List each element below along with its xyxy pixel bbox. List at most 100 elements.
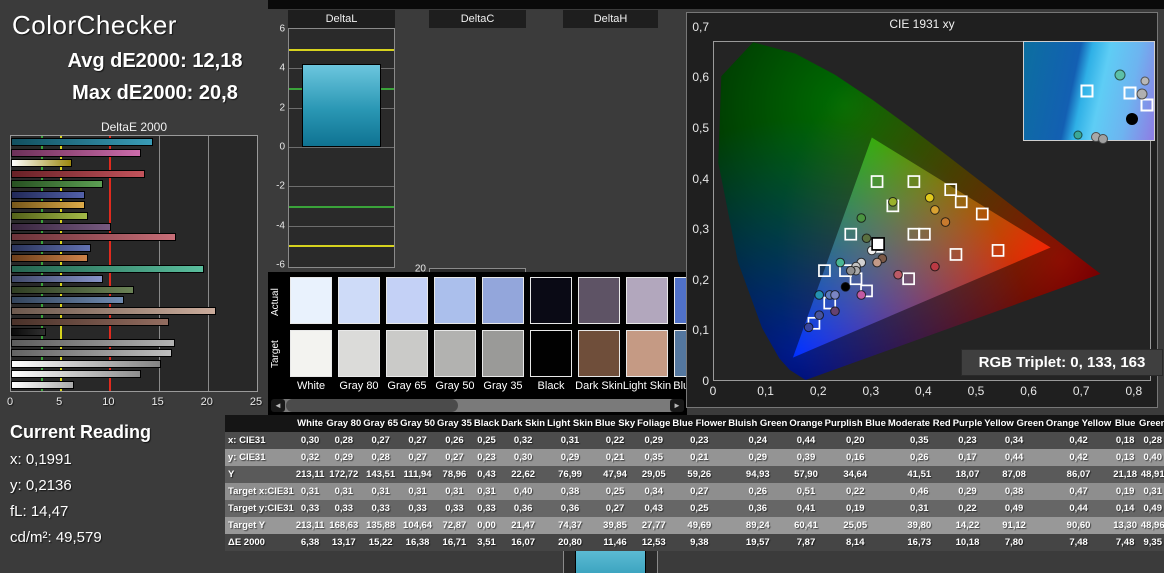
- measurement-marker-yellow: [924, 192, 935, 203]
- target-swatch-gray-65[interactable]: [386, 330, 428, 377]
- deltah-chart-title: DeltaH: [563, 10, 658, 28]
- table-cell: 0,26: [748, 486, 768, 497]
- table-cell: 16,38: [405, 537, 430, 548]
- current-reading-y: y: 0,2136: [10, 477, 72, 494]
- table-cell: 34,64: [843, 469, 868, 480]
- column-header: Yellow Green: [983, 415, 1045, 432]
- table-cell: 0,29: [748, 452, 768, 463]
- actual-swatch-gray-80[interactable]: [338, 277, 380, 324]
- actual-swatch-dark-skin[interactable]: [578, 277, 620, 324]
- swatch-panel: Actual Target White Gray 80 Gray 65 Gray 50…: [268, 272, 687, 415]
- table-cell: 91,12: [1002, 520, 1026, 531]
- scroll-thumb[interactable]: [286, 399, 458, 412]
- table-cell: 0,32: [513, 435, 533, 446]
- inset-dot-marker: [1098, 134, 1109, 145]
- deltal-chart-title: DeltaL: [288, 10, 395, 28]
- table-cell: 0,29: [644, 435, 664, 446]
- target-swatch-dark-skin[interactable]: [578, 330, 620, 377]
- table-cell: 60,41: [794, 520, 818, 531]
- deltae-bar-green: [11, 180, 103, 189]
- table-cell: 0,47: [1069, 486, 1088, 497]
- table-cell: 90,60: [1066, 520, 1091, 531]
- table-cell: 0,40: [1143, 452, 1162, 463]
- target-swatch-gray-50[interactable]: [434, 330, 476, 377]
- table-cell: 0,33: [300, 503, 320, 514]
- cie-x-tick-label: 0,3: [862, 384, 880, 398]
- column-header: Foliage: [636, 415, 672, 432]
- table-cell: 0,49: [1143, 503, 1162, 514]
- column-header: Dark Skin: [500, 415, 547, 432]
- table-cell: 0,27: [408, 435, 427, 446]
- actual-swatch-black[interactable]: [530, 277, 572, 324]
- x-tick-label: 0: [6, 396, 14, 408]
- column-header: Moderate Red: [886, 415, 952, 432]
- deltae-bar-blue-flower: [11, 275, 104, 284]
- table-cell: 0,42: [1069, 435, 1088, 446]
- table-cell: 6,38: [300, 537, 320, 548]
- target-swatch-gray-35[interactable]: [482, 330, 524, 377]
- gridline: [289, 186, 394, 188]
- measurement-marker-black: [840, 282, 851, 292]
- colorchecker-screen: ColorChecker Avg dE2000: 12,18 Max dE200…: [0, 0, 1164, 573]
- x-tick-label: 5: [56, 396, 63, 408]
- actual-swatch-light-skin[interactable]: [626, 277, 668, 324]
- table-cell: 0,51: [796, 486, 816, 497]
- target-swatch-light-skin[interactable]: [626, 330, 668, 377]
- column-header: Gray 80: [325, 415, 363, 432]
- table-cell: 0,33: [371, 503, 390, 514]
- table-cell: 14,22: [955, 520, 980, 531]
- actual-swatch-gray-50[interactable]: [434, 277, 476, 324]
- table-cell: 21,47: [511, 520, 536, 531]
- inset-square-marker: [1080, 84, 1094, 98]
- table-cell: 9,38: [690, 537, 709, 548]
- table-cell: 0,20: [845, 435, 865, 446]
- table-cell: 168,63: [329, 520, 359, 531]
- gridline: [289, 225, 394, 227]
- table-cell: 0,36: [560, 503, 580, 514]
- target-swatch-black[interactable]: [530, 330, 572, 377]
- deltae-bar-red: [11, 169, 145, 178]
- deltae-x-axis: 0 5 10 15 20 25: [0, 396, 270, 412]
- row-label: Target x:CIE31: [228, 486, 294, 497]
- table-cell: 48,91: [1140, 469, 1164, 480]
- table-cell: 111,94: [403, 469, 432, 480]
- actual-swatch-gray-35[interactable]: [482, 277, 524, 324]
- table-cell: 0,28: [1143, 435, 1162, 446]
- y-tick-label: 6: [279, 23, 285, 35]
- row-label: x: CIE31: [228, 435, 266, 446]
- cie-x-tick-label: 0,6: [1020, 384, 1037, 398]
- column-header: Blue Sky: [593, 415, 637, 432]
- table-cell: 0,31: [371, 486, 390, 497]
- table-cell: 0,25: [477, 435, 496, 446]
- table-cell: 29,05: [641, 469, 666, 480]
- table-cell: 0,36: [748, 503, 768, 514]
- scroll-right-button[interactable]: ►: [670, 399, 684, 412]
- table-cell: 8,14: [845, 537, 865, 548]
- cie-y-tick-label: 0,6: [692, 70, 709, 85]
- cie-inset-zoom: [1023, 41, 1155, 145]
- measurement-marker-purplish-blue: [814, 310, 824, 321]
- table-cell: 0,28: [334, 435, 354, 446]
- table-cell: 0,31: [334, 486, 354, 497]
- deltae-bar-dark-skin: [11, 317, 170, 326]
- actual-swatch-gray-65[interactable]: [386, 277, 428, 324]
- table-cell: 0,44: [796, 435, 816, 446]
- cie-x-tick-label: 0,5: [967, 384, 985, 398]
- target-swatch-white[interactable]: [290, 330, 332, 377]
- target-swatch-gray-80[interactable]: [338, 330, 380, 377]
- swatch-scrollbar[interactable]: ◄ ►: [271, 399, 684, 412]
- scroll-left-button[interactable]: ◄: [271, 399, 285, 412]
- row-label: Target Y: [228, 520, 266, 531]
- table-cell: 78,96: [442, 469, 467, 480]
- selected-target-marker: [871, 237, 885, 251]
- table-cell: 12,53: [641, 537, 666, 548]
- column-header: Orange Yellow: [1044, 415, 1113, 432]
- inset-square-marker: [1123, 86, 1137, 100]
- y-tick-label: -6: [276, 259, 285, 271]
- table-cell: 0,27: [408, 452, 427, 463]
- table-cell: 59,26: [687, 469, 712, 480]
- deltae-bar-black: [11, 328, 46, 337]
- actual-swatch-white[interactable]: [290, 277, 332, 324]
- y-tick-label: -2: [276, 180, 285, 192]
- table-cell: 0,38: [1004, 486, 1024, 497]
